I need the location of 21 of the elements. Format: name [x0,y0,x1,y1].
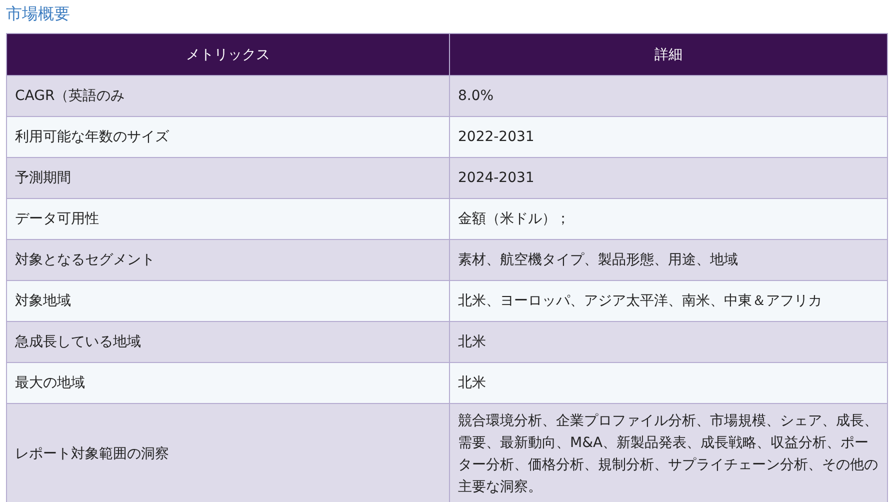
table-cell: 2024-2031 [450,158,888,198]
table-cell: CAGR（英語のみ [6,76,450,116]
table-cell: データ可用性 [6,198,450,240]
table-cell: 競合環境分析、企業プロファイル分析、市場規模、シェア、成長、需要、最新動向、M&A、新製品発表、成長戦略、収益分析、ポーター分析、価格分析、規制分析、サプライチェーン分析、その他の主要な洞察。 [450,404,888,502]
column-header: 詳細 [450,34,888,76]
table-cell: 利用可能な年数のサイズ [6,116,450,158]
table-cell: 素材、航空機タイプ、製品形態、用途、地域 [450,240,888,280]
table-cell: 北米 [450,362,888,404]
table-cell: レポート対象範囲の洞察 [6,404,450,502]
column-header: メトリックス [6,34,450,76]
table-cell: 対象となるセグメント [6,240,450,280]
table-cell: 2022-2031 [450,116,888,158]
table-cell: 対象地域 [6,280,450,322]
section-title: 市場概要 [6,3,71,25]
table-cell: 急成長している地域 [6,322,450,362]
table-cell: 金額（米ドル）； [450,198,888,240]
table-cell: 北米 [450,322,888,362]
table-cell: 予測期間 [6,158,450,198]
table-cell: 最大の地域 [6,362,450,404]
table-cell: 北米、ヨーロッパ、アジア太平洋、南米、中東＆アフリカ [450,280,888,322]
table-cell: 8.0% [450,76,888,116]
